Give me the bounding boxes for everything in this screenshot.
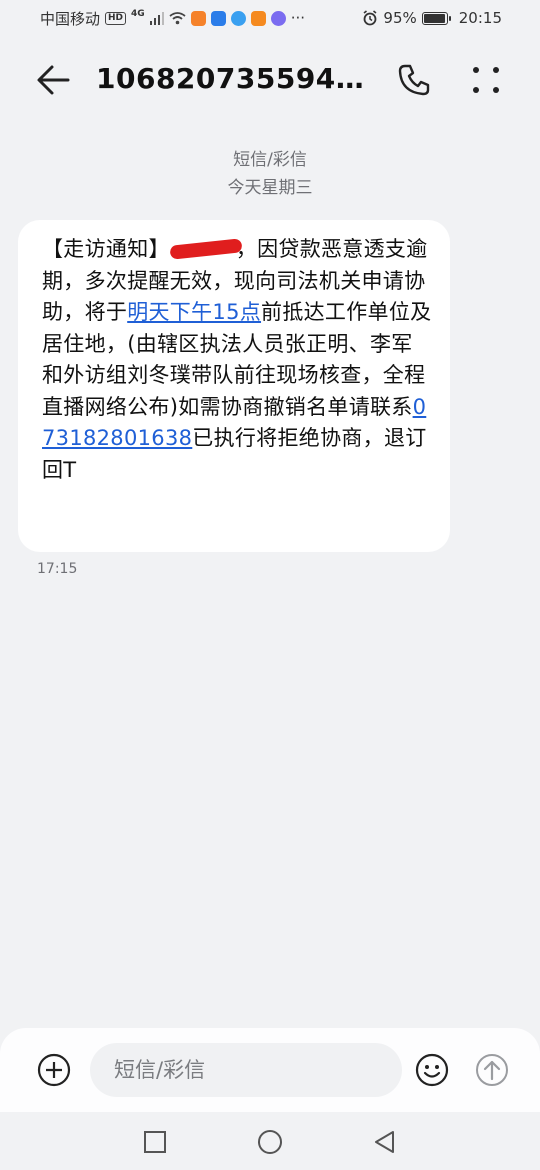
redaction-mark xyxy=(170,236,236,260)
app-icon-blue xyxy=(210,10,226,26)
app-icon-orange2 xyxy=(250,10,266,26)
clock: 20:15 xyxy=(458,9,502,27)
message-timestamp: 17:15 xyxy=(37,561,78,577)
more-vertical-icon xyxy=(473,67,499,93)
more-notifications: ··· xyxy=(290,9,305,27)
send-button[interactable] xyxy=(474,1052,510,1088)
square-icon xyxy=(144,1131,166,1153)
system-nav-bar xyxy=(0,1112,540,1170)
arrow-left-icon xyxy=(37,65,70,95)
message-input[interactable]: 短信/彩信 xyxy=(90,1043,402,1097)
conversation-header: 10682073559419... xyxy=(0,44,540,116)
call-button[interactable] xyxy=(396,62,432,98)
nav-back-button[interactable] xyxy=(372,1129,398,1155)
battery-icon xyxy=(421,11,451,25)
message-part-open: 【走访通知】 xyxy=(42,237,170,261)
more-options-button[interactable] xyxy=(470,62,502,98)
battery-fill xyxy=(423,13,445,23)
app-icon-purple xyxy=(270,10,286,26)
signal-icon xyxy=(149,11,164,25)
app-icon-lightblue xyxy=(230,10,246,26)
triangle-back-icon xyxy=(375,1131,394,1153)
carrier-label: 中国移动 xyxy=(40,9,101,28)
home-button[interactable] xyxy=(257,1129,283,1155)
contact-number-title: 10682073559419... xyxy=(96,62,376,95)
emoji-button[interactable] xyxy=(414,1052,450,1088)
message-text: 【走访通知】 ，因贷款恶意透支逾期，多次提醒无效，现向司法机关申请协助，将于明天下… xyxy=(42,234,432,486)
plus-circle-icon xyxy=(37,1053,71,1087)
status-left: 中国移动 HD 4G ··· xyxy=(40,8,305,29)
hd-badge: HD xyxy=(105,11,127,25)
status-right: 95% 20:15 xyxy=(362,9,502,27)
status-bar: 中国移动 HD 4G ··· 95% 20:15 xyxy=(0,0,540,36)
composer-bar: 短信/彩信 xyxy=(0,1028,540,1112)
back-button[interactable] xyxy=(34,62,74,98)
message-type-label: 短信/彩信 xyxy=(233,150,307,170)
send-arrow-icon xyxy=(476,1054,508,1086)
add-attachment-button[interactable] xyxy=(36,1052,72,1088)
app-icon-orange xyxy=(190,10,206,26)
recent-apps-button[interactable] xyxy=(142,1129,168,1155)
time-link[interactable]: 明天下午15点 xyxy=(127,300,261,324)
message-bubble[interactable]: 【走访通知】 ，因贷款恶意透支逾期，多次提醒无效，现向司法机关申请协助，将于明天下… xyxy=(18,220,450,552)
phone-icon xyxy=(398,64,430,96)
wifi-icon xyxy=(169,11,186,24)
network-gen-label: 4G xyxy=(131,9,145,19)
battery-percent: 95% xyxy=(383,9,417,27)
alarm-icon xyxy=(363,10,377,26)
date-separator: 今天星期三 xyxy=(227,178,313,198)
circle-icon xyxy=(258,1130,282,1154)
smiley-icon xyxy=(415,1053,449,1087)
